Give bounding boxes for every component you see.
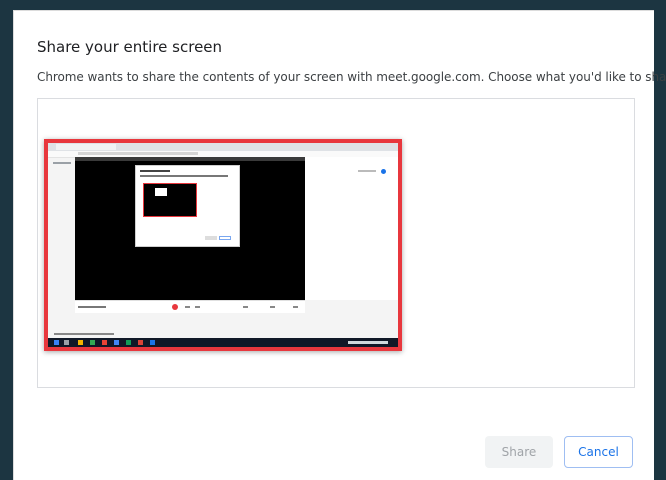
thumbnail-meeting-video [75,157,305,300]
thumbnail-browser-tabbar [48,143,398,151]
cancel-button[interactable]: Cancel [564,436,633,468]
dialog-title: Share your entire screen [37,38,223,56]
thumbnail-nested-dialog [135,165,240,247]
thumbnail-taskbar [48,338,398,347]
screen-source-list [37,98,635,388]
dialog-description: Chrome wants to share the contents of yo… [37,70,666,84]
thumbnail-status-text [54,333,114,335]
share-button[interactable]: Share [485,436,553,468]
thumbnail-hangup-icon [172,304,178,310]
thumbnail-side-text [53,162,71,164]
thumbnail-meeting-controls [75,300,305,313]
thumbnail-right-panel [305,157,398,300]
share-screen-dialog: Share your entire screen Chrome wants to… [13,10,666,480]
entire-screen-thumbnail[interactable] [44,139,402,351]
